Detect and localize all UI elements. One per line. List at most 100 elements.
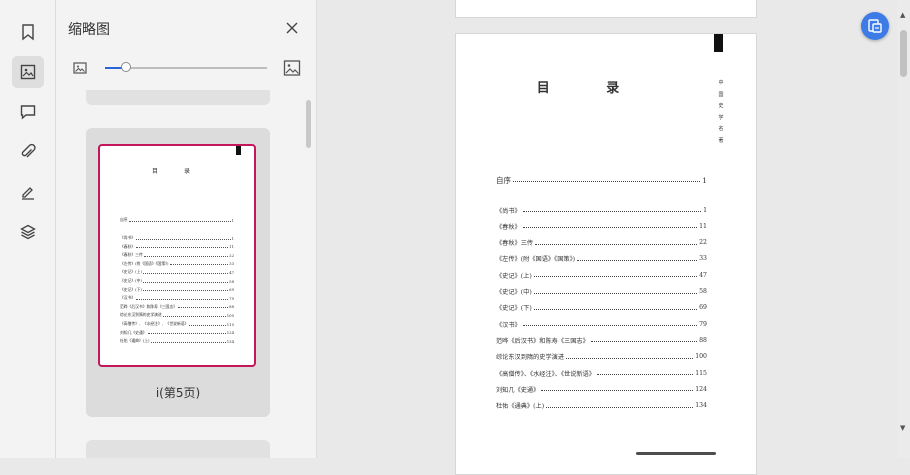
side-text-char: 著	[718, 137, 724, 144]
thumbnail-button[interactable]	[12, 56, 44, 88]
toc-entry: 范晔《后汉书》和陈寿《三国志》 88	[496, 335, 707, 345]
toc-entry-label: 《史记》(下)	[496, 305, 532, 313]
thumb-toc-leader	[150, 340, 226, 343]
thumb-toc-entry-page: 22	[229, 252, 234, 258]
thumb-toc-leader	[142, 271, 229, 274]
thumb-toc-entry-page: 11	[229, 244, 234, 250]
thumb-toc-leader	[136, 237, 231, 240]
thumb-toc-entry: 《左传》(附《国语》《国策》) 33	[120, 261, 234, 267]
thumbnail-previous[interactable]	[86, 90, 270, 105]
thumb-toc-entry-page: 33	[229, 261, 234, 267]
thumbnail-next[interactable]	[86, 440, 270, 458]
thumb-toc-leader	[169, 262, 229, 266]
zoom-in-image-icon[interactable]	[283, 59, 301, 77]
toc-leader	[533, 306, 698, 310]
toc-entry: 《左传》(附《国语》《国策》) 33	[496, 254, 707, 264]
thumb-toc-entry-page: 88	[229, 304, 234, 310]
thumb-toc-entry-label: 《尚书》	[120, 235, 136, 240]
document-page: 目 录 中国史学名著 自序 1 《尚书》 1 《春秋》 11 《春秋》三传 22 《左传》(附《…	[455, 33, 757, 475]
toc-leader	[533, 290, 698, 294]
thumb-toc-entry-page: 100	[226, 312, 234, 318]
thumb-toc-entry-page: 79	[229, 295, 234, 301]
page-black-mark	[714, 34, 723, 52]
document-translate-icon	[868, 19, 882, 33]
thumb-toc-title: 目 录	[152, 168, 202, 175]
thumb-toc-entry: 《高僧传》、《水经注》、《世说新语》 115	[120, 321, 234, 327]
thumb-toc-entry-label: 《汉书》	[120, 295, 136, 301]
toc-entry: 综论东汉到隋的史学演进 100	[496, 352, 707, 362]
thumb-toc-entry-label: 《史记》(下)	[120, 286, 142, 292]
floating-action-button[interactable]	[861, 12, 889, 40]
zoom-out-image-icon[interactable]	[72, 60, 88, 76]
attachment-icon	[21, 143, 36, 158]
layers-icon	[20, 224, 36, 240]
toc-leader	[522, 208, 702, 212]
attachment-button[interactable]	[12, 136, 44, 168]
toc-entry-page: 115	[695, 369, 707, 377]
thumb-toc-entry: 《史记》(中) 58	[120, 278, 234, 284]
toc-leader	[577, 257, 698, 261]
sign-button[interactable]	[12, 176, 44, 208]
bookmark-icon	[22, 24, 34, 41]
toc-entry: 《史记》(中) 58	[496, 287, 707, 297]
thumb-toc-entry: 《史记》(上) 47	[120, 269, 234, 275]
zoom-slider[interactable]	[105, 62, 267, 72]
thumb-toc-entry-page: 47	[229, 269, 234, 275]
thumb-toc-entry-page: 124	[226, 330, 234, 336]
thumb-toc-leader	[136, 245, 229, 249]
toc-entry-label: 自序	[496, 175, 511, 185]
toc-entry: 《史记》(下) 69	[496, 303, 707, 313]
thumb-toc-entry-label: 范晔《后汉书》和陈寿《三国志》	[120, 303, 177, 309]
side-text-char: 国	[718, 91, 724, 98]
toc-entry-label: 刘知几《史通》	[496, 386, 540, 394]
thumbnail-page-preview[interactable]: 目 录 自序 1 《尚书》 1 《春秋》 11 《春秋》三传 22 《左传》(附《国语》《国策》…	[98, 144, 256, 367]
toc-entry: 《春秋》 11	[496, 221, 707, 231]
toc-entry-label: 《春秋》	[496, 223, 521, 231]
scrollbar-thumb[interactable]	[900, 30, 907, 77]
thumb-toc-entry-label: 刘知几《史通》	[120, 329, 147, 335]
scroll-down-icon[interactable]: ▼	[900, 424, 905, 432]
toc-entry-page: 88	[699, 336, 707, 344]
panel-scrollbar[interactable]	[306, 100, 311, 148]
side-text-char: 史	[718, 103, 724, 109]
toc-leader	[535, 241, 698, 245]
previous-page	[455, 0, 757, 18]
thumb-toc-leader	[189, 323, 226, 326]
zoom-slider-handle[interactable]	[121, 62, 132, 72]
comment-icon	[20, 105, 36, 120]
thumb-toc-entry-label: 综论东汉到隋的史学演进	[120, 312, 162, 318]
toc-entry-label: 综论东汉到隋的史学演进	[496, 354, 565, 362]
thumb-toc-leader	[136, 297, 229, 300]
toc-leader	[546, 404, 694, 408]
thumb-toc-entry: 《汉书》 79	[120, 295, 234, 301]
sign-icon	[22, 187, 34, 200]
vertical-scrollbar[interactable]: ▲ ▼	[897, 0, 910, 458]
thumb-toc-leader	[142, 288, 229, 292]
thumb-toc-entry-page: 1	[231, 235, 234, 241]
toc-entry-label: 《史记》(中)	[496, 289, 532, 296]
scroll-up-icon[interactable]: ▲	[900, 11, 905, 19]
thumbnail-card-selected[interactable]: 目 录 自序 1 《尚书》 1 《春秋》 11 《春秋》三传 22 《左传》(附《国语》《国策》…	[86, 128, 270, 417]
toc-entry-label: 《春秋》三传	[496, 240, 534, 248]
toc-entry: 《史记》(上) 47	[496, 270, 707, 280]
thumb-toc-entry-page: 1	[231, 217, 234, 223]
thumb-toc-entry-label: 《左传》(附《国语》《国策》)	[120, 260, 169, 266]
thumb-toc-entry-label: 《史记》(中)	[120, 278, 142, 283]
thumb-toc-entry: 杜佑《通典》(上) 134	[120, 338, 234, 344]
bookmark-button[interactable]	[12, 16, 44, 48]
close-button[interactable]	[284, 20, 300, 36]
toc-entry-page: 33	[699, 255, 707, 263]
toc-leader	[566, 355, 694, 359]
toc-entry-page: 58	[699, 288, 707, 295]
toc-entry-label: 杜佑《通典》(上)	[496, 403, 545, 411]
thumb-toc-entry-label: 《高僧传》、《水经注》、《世说新语》	[120, 321, 189, 326]
toc-entry: 《高僧传》、《水经注》、《世说新语》 115	[496, 368, 707, 378]
comment-button[interactable]	[12, 96, 44, 128]
toc-entry-page: 47	[699, 271, 707, 279]
toc-entry: 刘知几《史通》 124	[496, 384, 707, 394]
toc-leader	[522, 322, 698, 327]
thumb-toc-entry: 《春秋》 11	[120, 244, 234, 250]
layers-button[interactable]	[12, 216, 44, 248]
thumb-toc-entry-page: 134	[226, 338, 234, 344]
thumb-toc-entry-page: 69	[229, 287, 234, 293]
